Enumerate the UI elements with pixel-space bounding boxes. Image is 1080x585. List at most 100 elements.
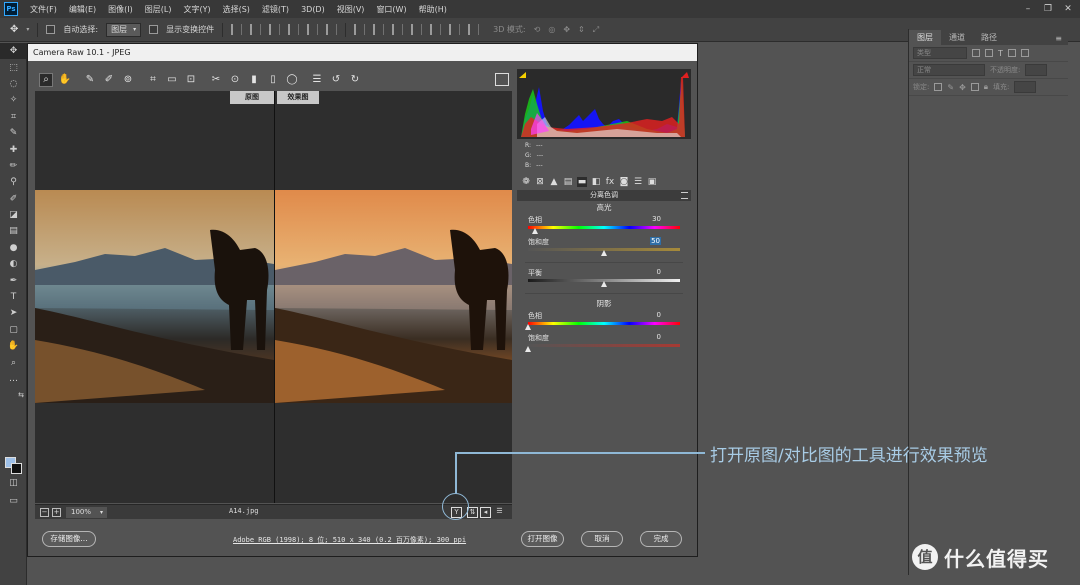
lock-position-icon[interactable]: ✥	[959, 83, 966, 92]
3d-scale-icon[interactable]: ⤢	[593, 25, 599, 35]
magic-wand-tool-icon[interactable]: ✧	[0, 92, 27, 108]
filter-pixel-icon[interactable]	[972, 49, 980, 57]
shadows-hue-value[interactable]: 0	[657, 311, 661, 319]
chevron-down-icon[interactable]: ▾	[26, 26, 29, 33]
balance-slider[interactable]: 平衡 0	[517, 267, 691, 289]
hue-track[interactable]	[528, 226, 680, 229]
clone-stamp-tool-icon[interactable]: ⚲	[0, 174, 27, 190]
zoom-tool-icon[interactable]: ⌕	[0, 354, 27, 370]
filter-type-icon[interactable]: T	[998, 49, 1003, 58]
slider-thumb[interactable]	[531, 228, 538, 234]
pen-tool-icon[interactable]: ✒	[0, 272, 27, 288]
brush-tool-icon[interactable]: ✏	[0, 158, 27, 174]
dodge-tool-icon[interactable]: ◐	[0, 256, 27, 272]
3d-orbit-icon[interactable]: ⟲	[534, 25, 541, 34]
swap-colors-icon[interactable]: ⇆	[0, 387, 27, 403]
fullscreen-toggle-icon[interactable]	[495, 73, 509, 86]
straighten-tool-icon[interactable]: ▭	[165, 73, 179, 87]
quick-mask-icon[interactable]: ◫	[0, 475, 27, 491]
preferences-icon[interactable]: ☰	[310, 73, 324, 87]
copy-settings-icon[interactable]: ◂	[480, 507, 491, 518]
marquee-tool-icon[interactable]: ⬚	[0, 59, 27, 75]
menu-help[interactable]: 帮助(H)	[413, 4, 453, 15]
preview-area[interactable]: 原图 效果图	[35, 91, 512, 503]
transform-tool-icon[interactable]: ⊡	[184, 73, 198, 87]
blur-tool-icon[interactable]: ●	[0, 240, 27, 256]
close-icon[interactable]: ✕	[1058, 0, 1078, 18]
graduated-filter-icon[interactable]: ▯	[266, 73, 280, 87]
align-right-icon[interactable]	[326, 24, 338, 35]
menu-layer[interactable]: 图层(L)	[139, 4, 178, 15]
menu-view[interactable]: 视图(V)	[331, 4, 371, 15]
rotate-right-icon[interactable]: ↻	[348, 73, 362, 87]
crop-tool-icon[interactable]: ⌗	[146, 73, 160, 87]
highlights-hue-value[interactable]: 30	[652, 215, 661, 223]
align-top-icon[interactable]	[231, 24, 243, 35]
history-brush-tool-icon[interactable]: ✐	[0, 191, 27, 207]
filter-adjustment-icon[interactable]	[985, 49, 993, 57]
hue-track[interactable]	[528, 322, 680, 325]
radial-filter-icon[interactable]: ◯	[285, 73, 299, 87]
shadows-saturation-slider[interactable]: 饱和度 0	[517, 332, 691, 354]
3d-roll-icon[interactable]: ◎	[548, 25, 555, 34]
lock-all-icon[interactable]: 🔒︎	[984, 82, 988, 92]
distribute-bottom-icon[interactable]	[392, 24, 404, 35]
healing-brush-tool-icon[interactable]: ✚	[0, 141, 27, 157]
distribute-vcenter-icon[interactable]	[373, 24, 385, 35]
move-tool-icon[interactable]: ✥	[0, 43, 27, 60]
align-hcenter-icon[interactable]	[307, 24, 319, 35]
snapshots-icon[interactable]: ▣	[647, 177, 657, 187]
tab-channels[interactable]: 通道	[941, 30, 973, 45]
screen-mode-icon[interactable]: ▭	[0, 493, 27, 509]
red-eye-tool-icon[interactable]: ⊙	[228, 73, 242, 87]
shadows-hue-slider[interactable]: 色相 0	[517, 310, 691, 332]
slider-thumb[interactable]	[524, 324, 531, 330]
done-button[interactable]: 完成	[640, 531, 682, 547]
saturation-track[interactable]	[528, 344, 680, 347]
white-balance-tool-icon[interactable]: ✎	[83, 73, 97, 87]
distribute-left-icon[interactable]	[411, 24, 423, 35]
tone-curve-icon[interactable]: ⊠	[535, 177, 545, 187]
adjustment-brush-icon[interactable]: ▮	[247, 73, 261, 87]
workflow-options-link[interactable]: Adobe RGB (1998); 8 位; 510 x 340 (0.2 百万…	[233, 535, 466, 545]
type-tool-icon[interactable]: T	[0, 289, 27, 305]
tab-layers[interactable]: 图层	[909, 30, 941, 45]
open-image-button[interactable]: 打开图像	[521, 531, 564, 547]
hand-tool-icon[interactable]: ✋	[58, 73, 72, 87]
auto-select-dropdown[interactable]: 图层 ▾	[106, 22, 142, 37]
filter-shape-icon[interactable]	[1007, 49, 1016, 57]
gradient-tool-icon[interactable]: ▤	[0, 223, 27, 239]
panel-menu-icon[interactable]	[681, 192, 688, 199]
highlights-hue-slider[interactable]: 色相 30	[517, 214, 691, 236]
lasso-tool-icon[interactable]: ◌	[0, 76, 27, 92]
maximize-icon[interactable]: ❐	[1038, 0, 1058, 18]
show-transform-checkbox[interactable]	[149, 25, 159, 34]
shape-tool-icon[interactable]: ▢	[0, 322, 27, 338]
menu-type[interactable]: 文字(Y)	[177, 4, 216, 15]
3d-slide-icon[interactable]: ⇕	[578, 25, 585, 34]
auto-align-icon[interactable]	[468, 24, 480, 35]
3d-pan-icon[interactable]: ✥	[563, 25, 570, 34]
lens-corrections-icon[interactable]: ◧	[591, 177, 601, 187]
align-vcenter-icon[interactable]	[250, 24, 262, 35]
more-tools-icon[interactable]: …	[0, 371, 27, 387]
align-bottom-icon[interactable]	[269, 24, 281, 35]
path-selection-tool-icon[interactable]: ➤	[0, 305, 27, 321]
highlights-saturation-value[interactable]: 50	[650, 237, 661, 245]
hsl-icon[interactable]: ▤	[563, 177, 573, 187]
fill-field[interactable]	[1014, 81, 1037, 93]
zoom-tool-icon[interactable]: ⌕	[39, 72, 53, 87]
basic-panel-icon[interactable]: ❁	[521, 177, 531, 187]
preview-preferences-icon[interactable]: ☰	[494, 507, 505, 518]
distribute-top-icon[interactable]	[354, 24, 366, 35]
filter-smart-object-icon[interactable]	[1020, 49, 1029, 57]
highlights-saturation-slider[interactable]: 饱和度 50	[517, 236, 691, 258]
blend-mode-select[interactable]: 正常	[913, 64, 985, 76]
opacity-field[interactable]	[1025, 64, 1048, 76]
camera-calibration-icon[interactable]: ◙	[619, 177, 629, 187]
distribute-hcenter-icon[interactable]	[430, 24, 442, 35]
hand-tool-icon[interactable]: ✋	[0, 338, 27, 354]
menu-filter[interactable]: 滤镜(T)	[256, 4, 295, 15]
minimize-icon[interactable]: –	[1018, 0, 1038, 18]
slider-thumb[interactable]	[600, 281, 607, 287]
